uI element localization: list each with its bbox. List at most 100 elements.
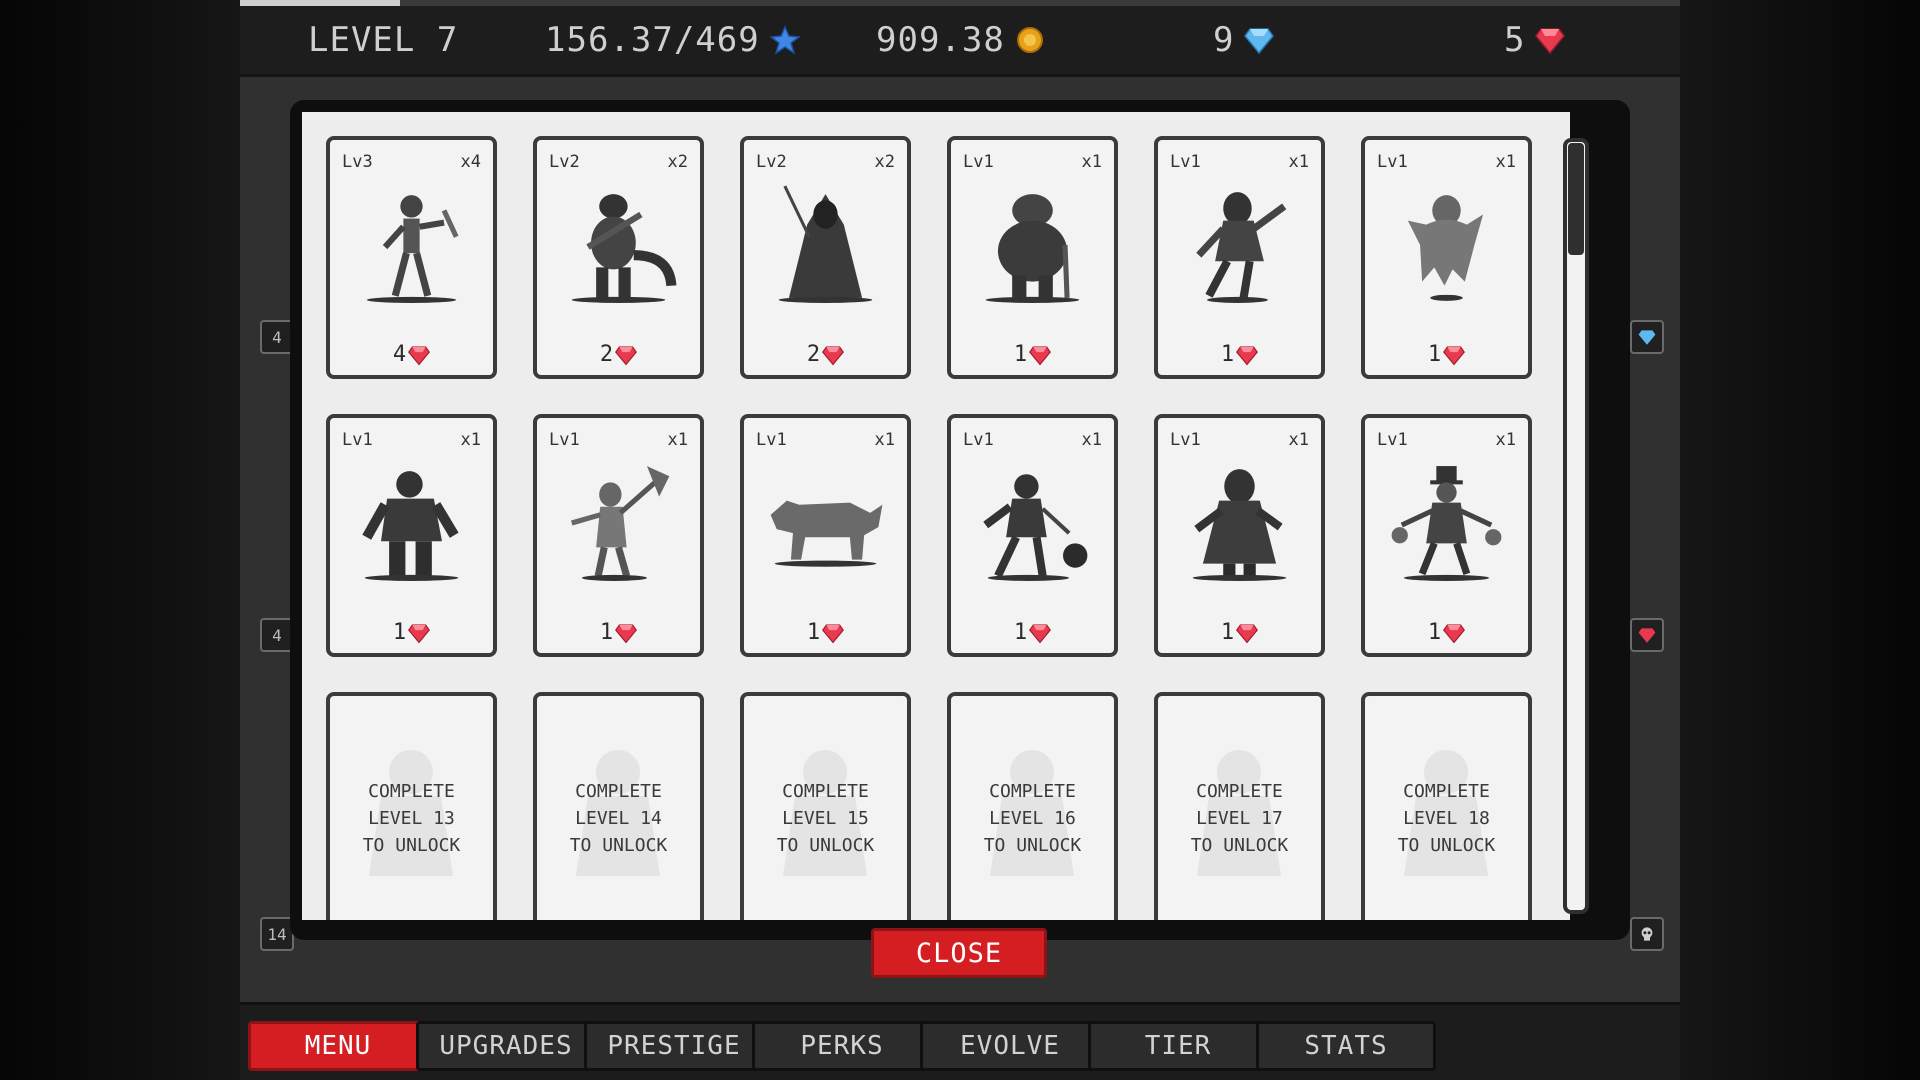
- nav-evolve-button[interactable]: EVOLVE: [920, 1021, 1100, 1071]
- ruby-icon: [1443, 622, 1466, 644]
- unit-card[interactable]: Lv1 x1 1: [1361, 136, 1532, 379]
- unlock-line: LEVEL 18: [1403, 808, 1490, 829]
- nav-upgrades-button[interactable]: UPGRADES: [416, 1021, 596, 1071]
- nav-tier-button[interactable]: TIER: [1088, 1021, 1268, 1071]
- unit-count: x1: [1495, 430, 1516, 450]
- board-tile-label: 4: [260, 320, 294, 354]
- ruby-icon: [822, 622, 845, 644]
- game-screen: LEVEL 7 156.37/469 909.38 9 5 4 4 14 Lv3…: [240, 0, 1680, 1080]
- unit-cost: 1: [330, 620, 493, 645]
- unit-level: Lv1: [963, 430, 994, 450]
- unit-card[interactable]: Lv1 x1 1: [947, 136, 1118, 379]
- ghost-icon: [1385, 184, 1508, 306]
- locked-unit-card: COMPLETE LEVEL 13 TO UNLOCK: [326, 692, 497, 920]
- unit-count: x1: [1081, 430, 1102, 450]
- ball-and-chain-icon: [971, 462, 1094, 584]
- unit-card[interactable]: Lv3 x4 4: [326, 136, 497, 379]
- nav-perks-button[interactable]: PERKS: [752, 1021, 932, 1071]
- unlock-requirement: COMPLETE LEVEL 17 TO UNLOCK: [1164, 778, 1315, 859]
- unit-card[interactable]: Lv1 x1 1: [740, 414, 911, 657]
- coin-indicator: 909.38: [876, 18, 1045, 62]
- ruby-amount: 5: [1504, 20, 1526, 60]
- unit-cost: 2: [537, 342, 700, 367]
- nav-menu-button[interactable]: MENU: [248, 1021, 428, 1071]
- unit-cost-value: 1: [1427, 342, 1442, 367]
- hooded-mage-icon: [764, 184, 887, 306]
- close-button[interactable]: CLOSE: [871, 928, 1047, 978]
- unit-card[interactable]: Lv2 x2 2: [740, 136, 911, 379]
- locked-unit-card: COMPLETE LEVEL 14 TO UNLOCK: [533, 692, 704, 920]
- unit-cost-value: 2: [806, 342, 821, 367]
- unit-count: x1: [1081, 152, 1102, 172]
- locked-unit-card: COMPLETE LEVEL 16 TO UNLOCK: [947, 692, 1118, 920]
- board-tile-skull: [1630, 917, 1664, 951]
- unlock-line: TO UNLOCK: [1397, 835, 1496, 856]
- nav-stats-button[interactable]: STATS: [1256, 1021, 1436, 1071]
- diamond-indicator: 9: [1213, 18, 1275, 62]
- unit-card[interactable]: Lv1 x1 1: [326, 414, 497, 657]
- unlock-line: LEVEL 17: [1196, 808, 1283, 829]
- unit-cost-value: 1: [1013, 620, 1028, 645]
- unit-cost: 1: [1158, 342, 1321, 367]
- unit-level: Lv2: [756, 152, 787, 172]
- right-backdrop: [1680, 0, 1920, 1080]
- unit-card[interactable]: Lv1 x1 1: [1154, 414, 1325, 657]
- ruby-icon: [615, 344, 638, 366]
- unit-card[interactable]: Lv1 x1 1: [947, 414, 1118, 657]
- unlock-line: LEVEL 16: [989, 808, 1076, 829]
- hooded-cultist-icon: [1178, 462, 1301, 584]
- unit-level: Lv1: [1377, 430, 1408, 450]
- unlock-line: COMPLETE: [989, 781, 1076, 802]
- unit-cost: 1: [744, 620, 907, 645]
- ruby-icon: [1029, 622, 1052, 644]
- unit-count: x1: [1495, 152, 1516, 172]
- unit-cost: 1: [1365, 342, 1528, 367]
- bottom-navigation: MENU UPGRADES PRESTIGE PERKS EVOLVE TIER STATS: [240, 1002, 1680, 1080]
- unit-count: x1: [1288, 430, 1309, 450]
- unlock-line: TO UNLOCK: [983, 835, 1082, 856]
- unlock-line: COMPLETE: [575, 781, 662, 802]
- ruby-icon: [1236, 622, 1259, 644]
- unit-count: x1: [1288, 152, 1309, 172]
- unit-cost-value: 1: [599, 620, 614, 645]
- scrollbar-thumb[interactable]: [1568, 143, 1584, 255]
- unlock-requirement: COMPLETE LEVEL 15 TO UNLOCK: [750, 778, 901, 859]
- unit-card[interactable]: Lv1 x1 1: [533, 414, 704, 657]
- unit-level: Lv1: [756, 430, 787, 450]
- ruby-icon: [615, 622, 638, 644]
- unit-cost: 1: [951, 620, 1114, 645]
- unit-cost: 1: [537, 620, 700, 645]
- unit-count: x2: [874, 152, 895, 172]
- unit-cost: 2: [744, 342, 907, 367]
- card-grid-scrollbar[interactable]: [1563, 138, 1589, 914]
- locked-unit-card: COMPLETE LEVEL 18 TO UNLOCK: [1361, 692, 1532, 920]
- board-tile-ruby: [1630, 618, 1664, 652]
- unit-cost-value: 1: [392, 620, 407, 645]
- unit-level: Lv1: [549, 430, 580, 450]
- unit-count: x1: [874, 430, 895, 450]
- xp-text: 156.37/469: [545, 20, 760, 60]
- ruby-icon: [1638, 628, 1656, 643]
- unlock-line: TO UNLOCK: [1190, 835, 1289, 856]
- unit-cost: 4: [330, 342, 493, 367]
- locked-unit-card: COMPLETE LEVEL 17 TO UNLOCK: [1154, 692, 1325, 920]
- unit-cost: 1: [1158, 620, 1321, 645]
- unit-card[interactable]: Lv1 x1 1: [1361, 414, 1532, 657]
- unlock-line: LEVEL 13: [368, 808, 455, 829]
- axe-goblin-icon: [557, 462, 680, 584]
- unit-card[interactable]: Lv1 x1 1: [1154, 136, 1325, 379]
- ruby-indicator: 5: [1504, 18, 1566, 62]
- skull-icon: [1641, 927, 1653, 941]
- unit-level: Lv1: [1170, 152, 1201, 172]
- unit-cost-value: 1: [1427, 620, 1442, 645]
- nav-prestige-button[interactable]: PRESTIGE: [584, 1021, 764, 1071]
- unlock-line: COMPLETE: [1403, 781, 1490, 802]
- unit-cost-value: 1: [806, 620, 821, 645]
- unit-level: Lv1: [1170, 430, 1201, 450]
- unit-cost: 1: [951, 342, 1114, 367]
- card-grid: Lv3 x4 4 Lv2 x2 2 Lv2 x2 2 Lv1 x1 1 Lv1 x1 1 Lv1 x1 1 Lv1 x…: [302, 112, 1570, 920]
- unit-card[interactable]: Lv2 x2 2: [533, 136, 704, 379]
- unit-level: Lv1: [342, 430, 373, 450]
- unit-count: x1: [667, 430, 688, 450]
- unlock-line: LEVEL 14: [575, 808, 662, 829]
